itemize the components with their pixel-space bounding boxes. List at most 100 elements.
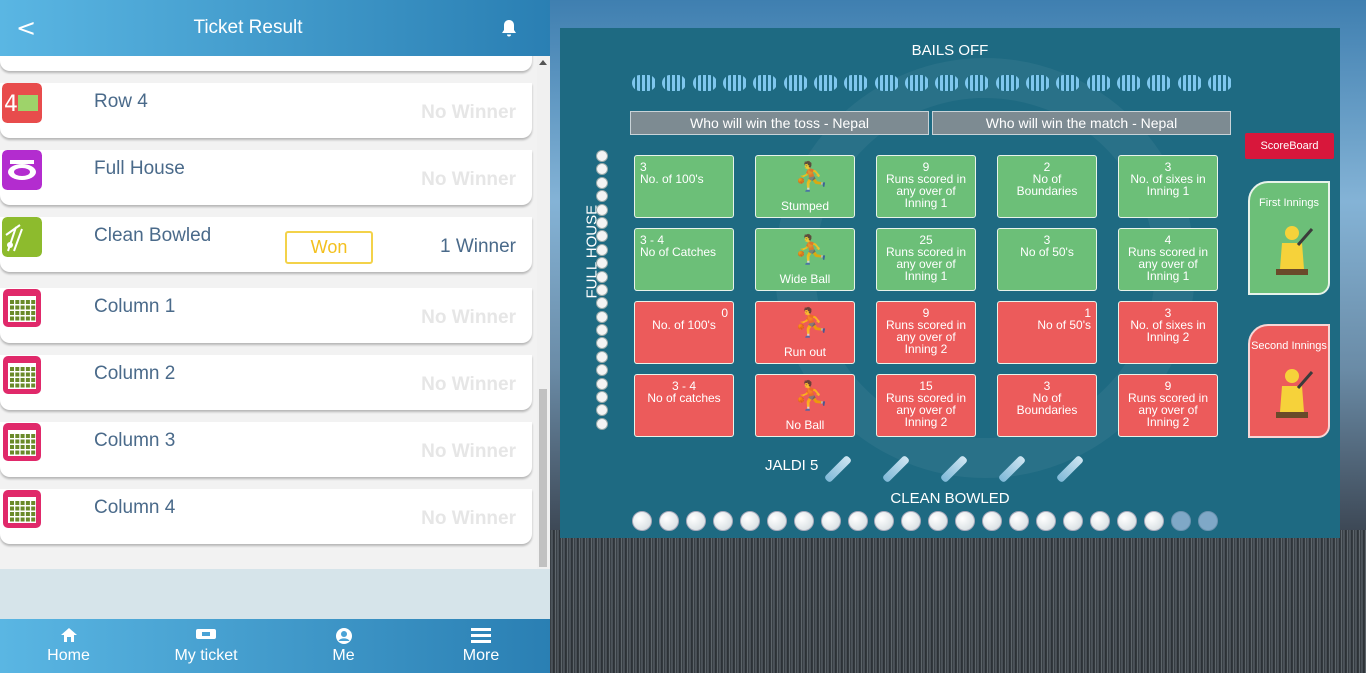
ticket-tile[interactable]: 3 No. of sixes in Inning 1 <box>1118 155 1218 218</box>
ticket-tile[interactable]: 3 No. of 100's <box>634 155 734 218</box>
tile-label: No Ball <box>785 418 825 432</box>
nav-more[interactable]: More <box>413 619 550 673</box>
ticket-tile[interactable]: 3 - 4 No of catches <box>634 374 734 437</box>
full-house-ball <box>596 230 608 243</box>
clean-bowled-ball <box>1089 511 1110 531</box>
cricket-player-icon: ⛹ <box>794 233 829 266</box>
ticket-tile[interactable]: 9 Runs scored in any over of Inning 1 <box>876 155 976 218</box>
ticket-tile[interactable]: ⛹ No Ball <box>755 374 855 437</box>
full-house-ball <box>596 257 608 270</box>
tile-label: Wide Ball <box>779 272 831 286</box>
full-house-ball <box>596 150 608 162</box>
jaldi-5-label: JALDI 5 <box>765 457 819 474</box>
winner-status: 1 Winner <box>439 236 516 257</box>
winner-status: No Winner <box>421 169 516 190</box>
bail-indicator <box>753 75 778 91</box>
bottom-nav: Home My ticket Me More <box>0 619 550 673</box>
clean-bowled-ball <box>955 511 976 531</box>
clean-bowled-ball <box>793 511 814 531</box>
ticket-tile[interactable]: 3 - 4 No of Catches <box>634 228 734 291</box>
full-house-ball <box>596 243 608 256</box>
result-card[interactable]: Full House No Winner <box>0 150 532 205</box>
bail-indicator <box>995 75 1020 91</box>
home-icon <box>60 627 78 648</box>
ticket-tile[interactable]: 3 No of 50's <box>997 228 1097 291</box>
clean-bowled-ball <box>901 511 922 531</box>
tile-label: Runs scored in any over of Inning 1 <box>885 245 967 283</box>
result-card[interactable]: 4 Row 4 No Winner <box>0 83 532 138</box>
ticket-tile[interactable]: 4 Runs scored in any over of Inning 1 <box>1118 228 1218 291</box>
ticket-tile[interactable]: 3 No. of sixes in Inning 2 <box>1118 301 1218 364</box>
card-name: Row 4 <box>94 91 148 112</box>
nav-me[interactable]: Me <box>275 619 412 673</box>
result-card[interactable]: Column 1 No Winner <box>0 288 532 343</box>
bat-icon <box>823 454 853 484</box>
full-house-ball <box>596 324 608 337</box>
bat-icon <box>1055 454 1085 484</box>
toss-question-button[interactable]: Who will win the toss - Nepal <box>630 111 929 135</box>
ticket-tile[interactable]: 25 Runs scored in any over of Inning 1 <box>876 228 976 291</box>
bail-indicator <box>1056 75 1081 91</box>
bell-icon[interactable] <box>497 17 521 41</box>
full-house-ball <box>596 163 608 176</box>
result-card[interactable]: Clean Bowled Won 1 Winner <box>0 217 532 272</box>
ticket-tile[interactable]: 1 No of 50's <box>997 301 1097 364</box>
bail-indicator <box>874 75 899 91</box>
scrollbar[interactable] <box>537 56 550 569</box>
full-house-balls <box>596 150 608 430</box>
bail-indicator <box>844 75 869 91</box>
card-name: Column 4 <box>94 497 176 518</box>
clean-bowled-ball <box>1170 511 1191 531</box>
tile-label: Runs scored in any over of Inning 2 <box>885 391 967 429</box>
result-card[interactable]: Column 4 No Winner <box>0 489 532 544</box>
full-house-ball <box>596 203 608 216</box>
scroll-thumb[interactable] <box>539 389 547 567</box>
ticket-tile[interactable]: 2 No of Boundaries <box>997 155 1097 218</box>
winner-status: No Winner <box>421 374 516 395</box>
ticket-tile[interactable]: ⛹ Run out <box>755 301 855 364</box>
ticket-tile[interactable]: 9 Runs scored in any over of Inning 2 <box>876 301 976 364</box>
clean-bowled-ball <box>685 511 706 531</box>
full-house-ball <box>596 337 608 350</box>
first-innings-label: First Innings <box>1259 197 1319 209</box>
app-root: { "header": { "back_glyph": "<", "title"… <box>0 0 1366 673</box>
card-name: Column 1 <box>94 296 176 317</box>
bail-indicator <box>1177 75 1202 91</box>
nav-my-ticket[interactable]: My ticket <box>138 619 275 673</box>
match-question-button[interactable]: Who will win the match - Nepal <box>932 111 1231 135</box>
bail-indicator <box>1117 75 1141 91</box>
scroll-up-icon[interactable] <box>539 60 547 65</box>
result-card[interactable]: Column 3 No Winner <box>0 422 532 477</box>
tile-label: No. of 100's <box>640 172 704 186</box>
ticket-tile[interactable]: 15 Runs scored in any over of Inning 2 <box>876 374 976 437</box>
clean-bowled-ball <box>874 511 895 531</box>
game-board: BAILS OFF Who will win the toss - Nepal … <box>560 28 1340 538</box>
tile-label: No of catches <box>647 391 721 405</box>
clean-bowled-ball <box>928 511 949 531</box>
first-innings-button[interactable]: First Innings <box>1248 181 1330 295</box>
tile-label: No. of 100's <box>652 318 716 332</box>
nav-home[interactable]: Home <box>0 619 137 673</box>
game-view: BAILS OFF Who will win the toss - Nepal … <box>550 0 1366 673</box>
bail-indicator <box>965 75 990 91</box>
clean-bowled-ball <box>982 511 1003 531</box>
ticket-tile[interactable]: 0 No. of 100's <box>634 301 734 364</box>
list-footer-space <box>0 569 550 619</box>
bail-indicator <box>904 75 929 91</box>
menu-icon <box>471 627 491 648</box>
card-name: Column 3 <box>94 430 176 451</box>
full-house-ball <box>596 417 608 430</box>
bat-icon <box>881 454 911 484</box>
result-card[interactable]: Column 2 No Winner <box>0 355 532 410</box>
ticket-tile[interactable]: 3 No of Boundaries <box>997 374 1097 437</box>
second-innings-button[interactable]: Second Innings <box>1248 324 1330 438</box>
clean-bowled-ball <box>632 511 652 531</box>
ticket-tile[interactable]: ⛹ Wide Ball <box>755 228 855 291</box>
ticket-tile[interactable]: ⛹ Stumped <box>755 155 855 218</box>
clean-bowled-title: CLEAN BOWLED <box>890 490 1010 507</box>
bat-icon <box>939 454 969 484</box>
tile-label: Run out <box>783 345 827 359</box>
ticket-tile[interactable]: 9 Runs scored in any over of Inning 2 <box>1118 374 1218 437</box>
scoreboard-button[interactable]: ScoreBoard <box>1245 133 1334 159</box>
column-grid-icon <box>2 288 42 328</box>
